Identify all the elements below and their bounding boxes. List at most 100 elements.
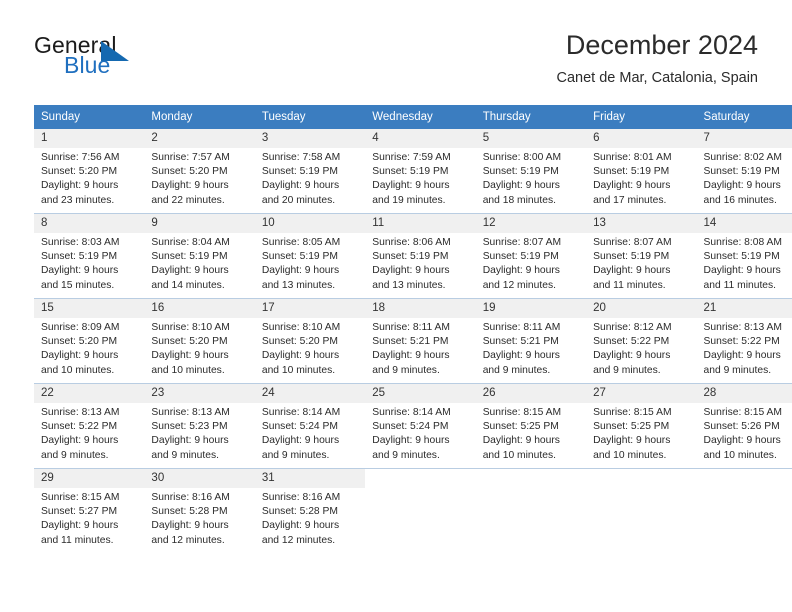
day-number: 15 bbox=[34, 299, 145, 318]
daylight-text-line2: and 12 minutes. bbox=[151, 534, 225, 546]
day-number: 12 bbox=[475, 214, 587, 233]
sunset-text: Sunset: 5:22 PM bbox=[41, 421, 118, 433]
calendar-day-cell[interactable]: 29 Sunrise: 8:15 AM Sunset: 5:27 PM Dayligh… bbox=[34, 468, 145, 553]
calendar-day-cell[interactable]: 11 Sunrise: 8:06 AM Sunset: 5:19 PM Dayligh… bbox=[365, 213, 476, 299]
sunset-text: Sunset: 5:19 PM bbox=[482, 251, 559, 263]
calendar-day-cell[interactable]: 18 Sunrise: 8:11 AM Sunset: 5:21 PM Dayligh… bbox=[365, 298, 476, 384]
day-details: Sunrise: 8:00 AM Sunset: 5:19 PM Daylight:… bbox=[476, 148, 586, 208]
day-number: 8 bbox=[34, 214, 145, 233]
daylight-text-line1: Daylight: 9 hours bbox=[151, 435, 229, 447]
calendar-day-cell[interactable]: 30 Sunrise: 8:16 AM Sunset: 5:28 PM Dayligh… bbox=[144, 468, 255, 553]
calendar-day-cell[interactable]: 9 Sunrise: 8:04 AM Sunset: 5:19 PM Daylight… bbox=[144, 213, 255, 299]
day-details bbox=[365, 488, 475, 491]
sunset-text: Sunset: 5:21 PM bbox=[482, 336, 559, 348]
calendar-day-cell[interactable]: 13 Sunrise: 8:07 AM Sunset: 5:19 PM Dayligh… bbox=[586, 213, 697, 299]
day-number: 22 bbox=[34, 384, 145, 403]
sunrise-text: Sunrise: 8:07 AM bbox=[593, 237, 672, 248]
sunset-text: Sunset: 5:19 PM bbox=[261, 166, 338, 178]
sunset-text: Sunset: 5:19 PM bbox=[151, 251, 228, 263]
daylight-text-line1: Daylight: 9 hours bbox=[41, 435, 119, 447]
weekday-header-row: Sunday Monday Tuesday Wednesday Thursday… bbox=[34, 105, 792, 129]
daylight-text-line2: and 10 minutes. bbox=[261, 364, 336, 376]
brand-logo[interactable]: General Blue bbox=[34, 32, 234, 88]
day-number: 16 bbox=[144, 299, 255, 318]
calendar-day-cell[interactable]: 1 Sunrise: 7:56 AM Sunset: 5:20 PM Daylight… bbox=[34, 129, 145, 214]
daylight-text-line2: and 10 minutes. bbox=[41, 364, 115, 376]
day-number: 20 bbox=[586, 299, 697, 318]
calendar-day-cell[interactable]: 14 Sunrise: 8:08 AM Sunset: 5:19 PM Dayligh… bbox=[696, 213, 792, 299]
sunrise-text: Sunrise: 8:08 AM bbox=[703, 237, 782, 248]
sunrise-text: Sunrise: 7:56 AM bbox=[41, 152, 120, 163]
calendar-day-cell[interactable]: 6 Sunrise: 8:01 AM Sunset: 5:19 PM Daylight… bbox=[586, 129, 697, 214]
calendar-day-cell[interactable]: 15 Sunrise: 8:09 AM Sunset: 5:20 PM Dayligh… bbox=[34, 298, 145, 384]
calendar-day-cell[interactable]: 20 Sunrise: 8:12 AM Sunset: 5:22 PM Dayligh… bbox=[586, 298, 697, 384]
calendar-day-cell bbox=[365, 468, 476, 553]
day-details: Sunrise: 8:11 AM Sunset: 5:21 PM Daylight:… bbox=[476, 318, 586, 378]
calendar-day-cell[interactable]: 28 Sunrise: 8:15 AM Sunset: 5:26 PM Dayligh… bbox=[696, 383, 792, 469]
day-number: 29 bbox=[34, 469, 145, 488]
day-details: Sunrise: 8:11 AM Sunset: 5:21 PM Daylight:… bbox=[365, 318, 475, 378]
sunrise-text: Sunrise: 7:57 AM bbox=[151, 152, 230, 163]
title-block: December 2024 Canet de Mar, Catalonia, S… bbox=[556, 28, 758, 89]
sunrise-text: Sunrise: 8:03 AM bbox=[41, 237, 120, 248]
day-number: 28 bbox=[696, 384, 792, 403]
calendar-day-cell[interactable]: 3 Sunrise: 7:58 AM Sunset: 5:19 PM Daylight… bbox=[254, 129, 366, 214]
calendar-day-cell[interactable]: 10 Sunrise: 8:05 AM Sunset: 5:19 PM Dayligh… bbox=[254, 213, 366, 299]
calendar-day-cell[interactable]: 7 Sunrise: 8:02 AM Sunset: 5:19 PM Daylight… bbox=[696, 129, 792, 214]
daylight-text-line1: Daylight: 9 hours bbox=[151, 265, 229, 277]
daylight-text-line2: and 9 minutes. bbox=[41, 449, 109, 461]
calendar-day-cell[interactable]: 17 Sunrise: 8:10 AM Sunset: 5:20 PM Dayligh… bbox=[254, 298, 366, 384]
day-number bbox=[365, 469, 476, 488]
calendar-page: General Blue December 2024 Canet de Mar,… bbox=[0, 0, 792, 612]
sunrise-text: Sunrise: 8:16 AM bbox=[261, 492, 341, 503]
sunrise-text: Sunrise: 8:15 AM bbox=[482, 407, 562, 418]
daylight-text-line1: Daylight: 9 hours bbox=[372, 435, 450, 447]
daylight-text-line1: Daylight: 9 hours bbox=[41, 520, 119, 532]
calendar-day-cell[interactable]: 8 Sunrise: 8:03 AM Sunset: 5:19 PM Daylight… bbox=[34, 213, 145, 299]
sunrise-text: Sunrise: 8:06 AM bbox=[372, 237, 451, 248]
calendar-day-cell[interactable]: 24 Sunrise: 8:14 AM Sunset: 5:24 PM Dayligh… bbox=[254, 383, 366, 469]
calendar-day-cell[interactable]: 27 Sunrise: 8:15 AM Sunset: 5:25 PM Dayligh… bbox=[586, 383, 697, 469]
sunset-text: Sunset: 5:24 PM bbox=[261, 421, 338, 433]
weekday-header-thursday: Thursday bbox=[475, 105, 587, 129]
day-details: Sunrise: 7:57 AM Sunset: 5:20 PM Daylight:… bbox=[144, 148, 254, 208]
sunset-text: Sunset: 5:20 PM bbox=[151, 336, 228, 348]
sunset-text: Sunset: 5:28 PM bbox=[261, 506, 338, 518]
day-details: Sunrise: 8:07 AM Sunset: 5:19 PM Daylight:… bbox=[476, 233, 586, 293]
day-number: 25 bbox=[365, 384, 476, 403]
day-number: 5 bbox=[475, 129, 587, 148]
sunset-text: Sunset: 5:19 PM bbox=[703, 251, 780, 263]
calendar-day-cell[interactable]: 31 Sunrise: 8:16 AM Sunset: 5:28 PM Dayligh… bbox=[254, 468, 366, 553]
calendar-day-cell bbox=[696, 468, 792, 553]
calendar-day-cell[interactable]: 21 Sunrise: 8:13 AM Sunset: 5:22 PM Dayligh… bbox=[696, 298, 792, 384]
day-number: 6 bbox=[586, 129, 697, 148]
calendar-day-cell[interactable]: 16 Sunrise: 8:10 AM Sunset: 5:20 PM Dayligh… bbox=[144, 298, 255, 384]
daylight-text-line2: and 11 minutes. bbox=[593, 279, 666, 291]
day-details bbox=[697, 488, 792, 491]
brand-name-blue: Blue bbox=[64, 52, 111, 78]
calendar-day-cell[interactable]: 25 Sunrise: 8:14 AM Sunset: 5:24 PM Dayligh… bbox=[365, 383, 476, 469]
day-number: 9 bbox=[144, 214, 255, 233]
calendar-day-cell[interactable]: 23 Sunrise: 8:13 AM Sunset: 5:23 PM Dayligh… bbox=[144, 383, 255, 469]
calendar-week-row: 29 Sunrise: 8:15 AM Sunset: 5:27 PM Dayligh… bbox=[34, 468, 792, 553]
sunrise-text: Sunrise: 8:11 AM bbox=[372, 322, 450, 333]
day-details: Sunrise: 8:13 AM Sunset: 5:23 PM Daylight:… bbox=[144, 403, 254, 463]
daylight-text-line1: Daylight: 9 hours bbox=[41, 180, 119, 192]
sunrise-text: Sunrise: 8:15 AM bbox=[703, 407, 782, 418]
page-header: General Blue December 2024 Canet de Mar,… bbox=[34, 28, 758, 96]
sunset-text: Sunset: 5:20 PM bbox=[41, 336, 118, 348]
daylight-text-line2: and 14 minutes. bbox=[151, 279, 225, 291]
calendar-day-cell[interactable]: 22 Sunrise: 8:13 AM Sunset: 5:22 PM Dayligh… bbox=[34, 383, 145, 469]
daylight-text-line2: and 9 minutes. bbox=[261, 449, 330, 461]
weekday-header-sunday: Sunday bbox=[34, 105, 145, 129]
calendar-day-cell[interactable]: 19 Sunrise: 8:11 AM Sunset: 5:21 PM Dayligh… bbox=[475, 298, 587, 384]
sunset-text: Sunset: 5:20 PM bbox=[41, 166, 118, 178]
calendar-day-cell[interactable]: 2 Sunrise: 7:57 AM Sunset: 5:20 PM Daylight… bbox=[144, 129, 255, 214]
calendar-day-cell[interactable]: 26 Sunrise: 8:15 AM Sunset: 5:25 PM Dayligh… bbox=[475, 383, 587, 469]
calendar-day-cell[interactable]: 4 Sunrise: 7:59 AM Sunset: 5:19 PM Daylight… bbox=[365, 129, 476, 214]
sunset-text: Sunset: 5:27 PM bbox=[41, 506, 118, 518]
calendar-day-cell[interactable]: 12 Sunrise: 8:07 AM Sunset: 5:19 PM Dayligh… bbox=[475, 213, 587, 299]
sunrise-text: Sunrise: 8:13 AM bbox=[41, 407, 120, 418]
sunrise-text: Sunrise: 8:01 AM bbox=[593, 152, 672, 163]
calendar-day-cell[interactable]: 5 Sunrise: 8:00 AM Sunset: 5:19 PM Daylight… bbox=[475, 129, 587, 214]
